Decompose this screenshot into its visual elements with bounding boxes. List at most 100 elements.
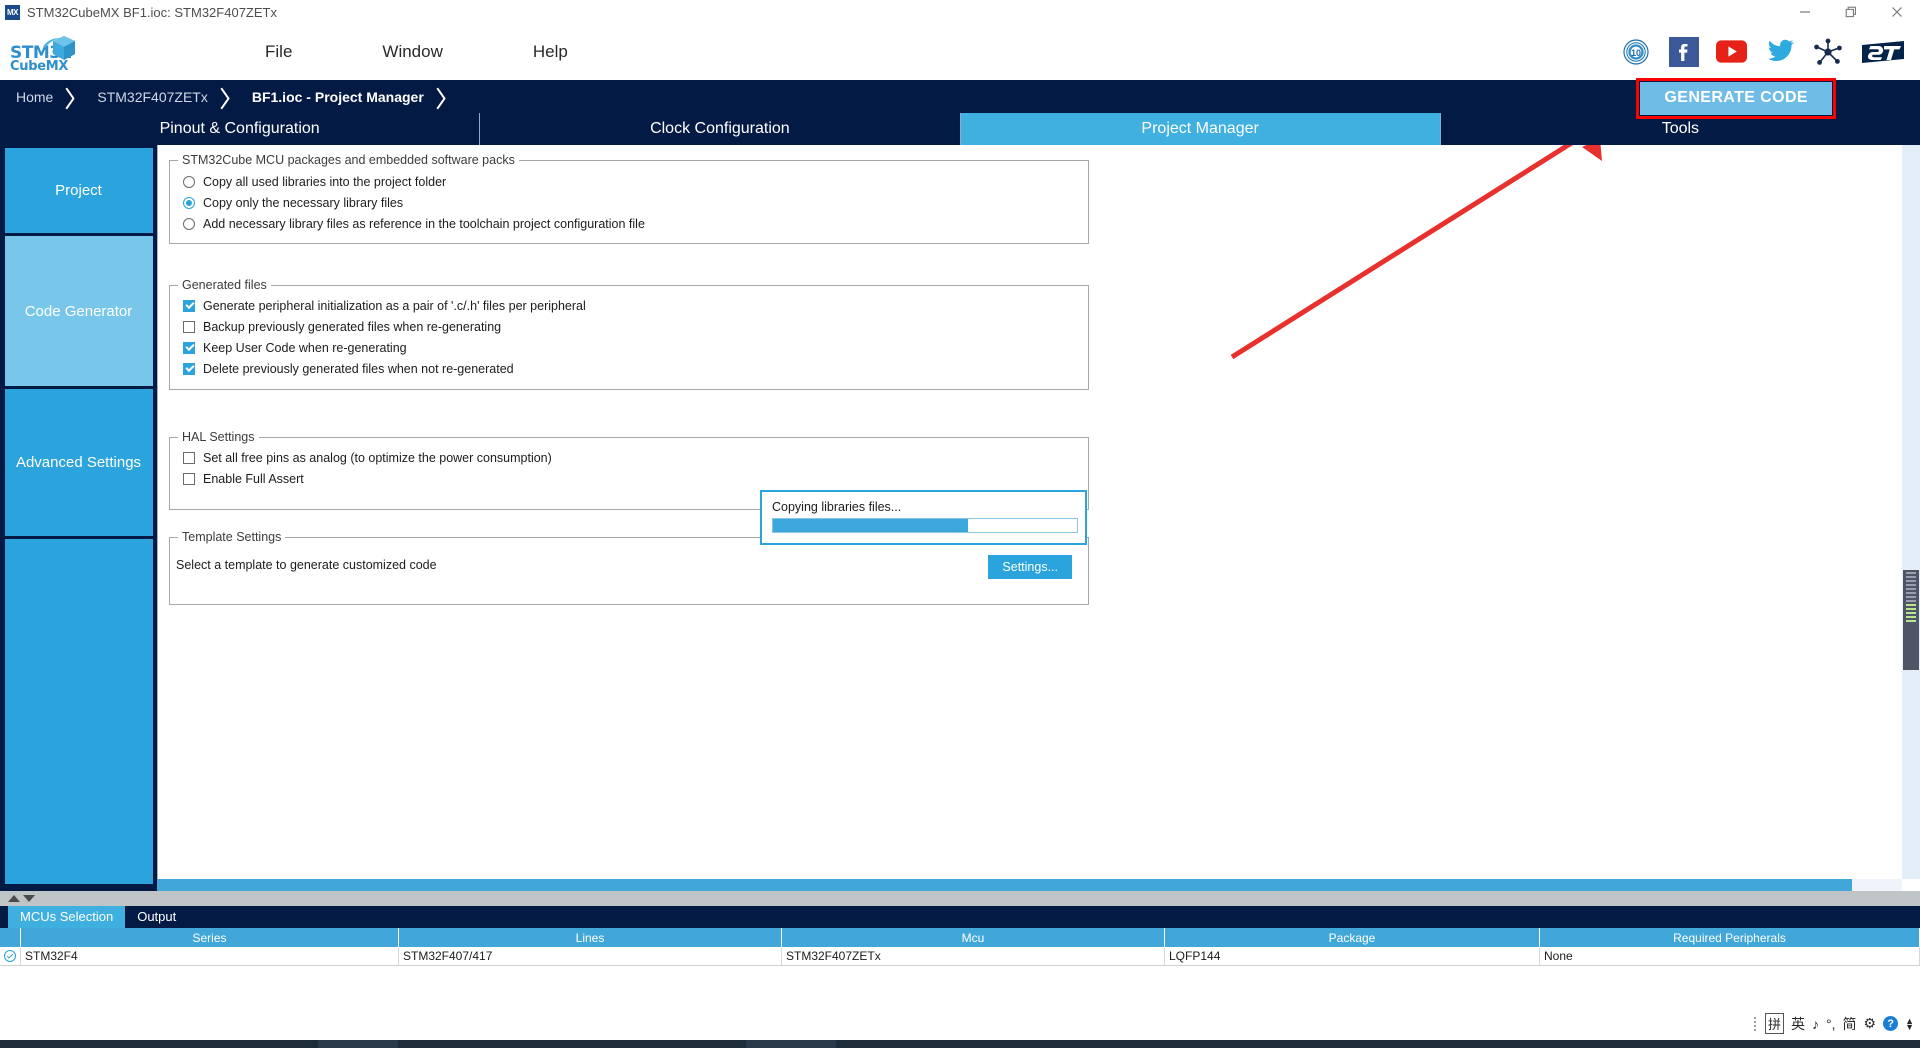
radio-add-as-reference[interactable]: [183, 217, 195, 230]
cell-lines: STM32F407/417: [399, 947, 782, 965]
youtube-icon[interactable]: [1716, 36, 1747, 67]
copying-libraries-dialog: Copying libraries files...: [760, 490, 1087, 545]
ime-pinyin-icon[interactable]: 拼: [1765, 1013, 1785, 1034]
tab-mcus-selection[interactable]: MCUs Selection: [8, 906, 126, 928]
row-select-icon[interactable]: [0, 947, 21, 965]
restore-icon[interactable]: [1828, 0, 1874, 24]
facebook-icon[interactable]: [1668, 36, 1699, 67]
checkbox-delete-previously-generated[interactable]: [183, 362, 195, 375]
checkbox-row-delete-not-regenerated[interactable]: Delete previously generated files when n…: [183, 358, 1088, 379]
breadcrumb-item-project[interactable]: BF1.ioc - Project Manager: [236, 80, 452, 113]
thumb-grip: [1906, 612, 1916, 614]
group-title: HAL Settings: [178, 430, 259, 444]
window-controls: [1782, 0, 1920, 24]
thumb-grip: [1906, 592, 1916, 594]
workspace-horizontal-scrollbar[interactable]: [157, 879, 1902, 891]
vertical-scroll-thumb[interactable]: [1903, 570, 1919, 670]
column-header-lines[interactable]: Lines: [399, 928, 782, 947]
mcus-selection-table: Series Lines Mcu Package Required Periph…: [0, 928, 1920, 966]
logo-line-2: CubeMX: [10, 59, 69, 74]
sidebar-item-code-generator[interactable]: Code Generator: [4, 236, 153, 386]
breadcrumb-item-home[interactable]: Home: [0, 80, 81, 113]
thumb-grip: [1906, 604, 1916, 606]
generate-code-highlight: GENERATE CODE: [1636, 78, 1836, 119]
logo-cube-icon: [53, 36, 75, 60]
checkbox-generate-peripheral-init[interactable]: [183, 299, 195, 312]
help-icon[interactable]: ?: [1883, 1016, 1899, 1031]
ime-tray: 拼 英 ♪ °, 简 ⚙ ? ▲ ▼: [1754, 1013, 1914, 1034]
bottom-tab-bar: MCUs Selection Output: [0, 906, 1920, 928]
menu-item-window[interactable]: Window: [337, 42, 487, 62]
cell-series: STM32F4: [21, 947, 399, 965]
breadcrumb-item-mcu[interactable]: STM32F407ZETx: [81, 80, 235, 113]
column-header-required-peripherals[interactable]: Required Peripherals: [1540, 928, 1920, 947]
tab-pinout-configuration[interactable]: Pinout & Configuration: [0, 113, 481, 145]
twitter-icon[interactable]: [1764, 36, 1795, 67]
checkbox-row-backup-generated[interactable]: Backup previously generated files when r…: [183, 316, 1088, 337]
svg-text:10: 10: [1630, 48, 1640, 58]
collapse-down-icon[interactable]: [23, 895, 35, 902]
panel-splitter[interactable]: [0, 891, 1920, 906]
sidebar-item-project[interactable]: Project: [4, 148, 153, 233]
cell-required-peripherals: None: [1540, 947, 1920, 965]
group-template-settings: Template Settings Select a template to g…: [169, 530, 1089, 605]
tab-output[interactable]: Output: [125, 906, 189, 928]
gear-icon[interactable]: ⚙: [1864, 1015, 1877, 1032]
radio-label: Copy only the necessary library files: [203, 195, 404, 210]
checkbox-row-keep-user-code[interactable]: Keep User Code when re-generating: [183, 337, 1088, 358]
radio-row-add-reference[interactable]: Add necessary library files as reference…: [183, 213, 1088, 234]
close-icon[interactable]: [1874, 0, 1920, 24]
app-icon: MX: [5, 4, 20, 20]
os-taskbar: [0, 1040, 1920, 1048]
taskbar-segment: [836, 1040, 1920, 1048]
horizontal-scroll-thumb[interactable]: [157, 879, 1852, 891]
st-logo-icon[interactable]: [1860, 36, 1906, 67]
ime-tone-icon[interactable]: ♪: [1812, 1016, 1819, 1032]
ime-expand-icon[interactable]: ▲ ▼: [1905, 1016, 1914, 1031]
checkbox-set-free-pins-analog[interactable]: [183, 451, 195, 464]
group-title: Template Settings: [178, 530, 286, 544]
anniversary-10-years-icon[interactable]: 10: [1620, 36, 1651, 67]
ime-punctuation-icon[interactable]: °,: [1826, 1016, 1836, 1032]
cell-mcu: STM32F407ZETx: [782, 947, 1165, 965]
menu-item-file[interactable]: File: [220, 42, 337, 62]
window-title: STM32CubeMX BF1.ioc: STM32F407ZETx: [27, 4, 277, 20]
collapse-up-icon[interactable]: [8, 895, 20, 902]
breadcrumb-label: STM32F407ZETx: [97, 88, 208, 105]
radio-row-copy-necessary[interactable]: Copy only the necessary library files: [183, 192, 1088, 213]
ime-drag-handle-icon[interactable]: [1754, 1016, 1756, 1031]
ime-language-icon[interactable]: 英: [1791, 1014, 1805, 1034]
thumb-grip: [1906, 572, 1916, 574]
column-header-package[interactable]: Package: [1165, 928, 1540, 947]
community-network-icon[interactable]: [1812, 36, 1843, 67]
thumb-grip: [1906, 588, 1916, 590]
menu-item-help[interactable]: Help: [488, 42, 613, 62]
column-header-series[interactable]: Series: [21, 928, 399, 947]
tab-project-manager[interactable]: Project Manager: [960, 113, 1441, 145]
table-row[interactable]: STM32F4 STM32F407/417 STM32F407ZETx LQFP…: [0, 947, 1920, 966]
checkbox-label: Set all free pins as analog (to optimize…: [203, 450, 552, 465]
radio-label: Copy all used libraries into the project…: [203, 174, 447, 189]
radio-copy-all-libraries[interactable]: [183, 175, 195, 188]
checkbox-keep-user-code[interactable]: [183, 341, 195, 354]
column-header-mcu[interactable]: Mcu: [782, 928, 1165, 947]
group-title: Generated files: [178, 278, 271, 292]
table-header-select: [0, 928, 21, 947]
minimize-icon[interactable]: [1782, 0, 1828, 24]
taskbar-segment: [398, 1040, 746, 1048]
tab-clock-configuration[interactable]: Clock Configuration: [480, 113, 961, 145]
checkbox-row-free-pins-analog[interactable]: Set all free pins as analog (to optimize…: [183, 447, 1088, 468]
ime-simplified-icon[interactable]: 简: [1843, 1014, 1857, 1034]
checkbox-row-generate-peripheral-init[interactable]: Generate peripheral initialization as a …: [183, 295, 1088, 316]
checkbox-row-full-assert[interactable]: Enable Full Assert: [183, 468, 1088, 489]
sidebar-item-advanced-settings[interactable]: Advanced Settings: [4, 389, 153, 536]
checkbox-backup-previously-generated[interactable]: [183, 320, 195, 333]
template-settings-button[interactable]: Settings...: [988, 555, 1072, 579]
checkbox-enable-full-assert[interactable]: [183, 472, 195, 485]
radio-copy-only-necessary[interactable]: [183, 196, 195, 209]
thumb-grip: [1906, 576, 1916, 578]
generate-code-button[interactable]: GENERATE CODE: [1640, 82, 1832, 115]
workspace-vertical-scrollbar[interactable]: [1902, 145, 1920, 879]
breadcrumb-label: Home: [16, 88, 54, 105]
radio-row-copy-all[interactable]: Copy all used libraries into the project…: [183, 171, 1088, 192]
